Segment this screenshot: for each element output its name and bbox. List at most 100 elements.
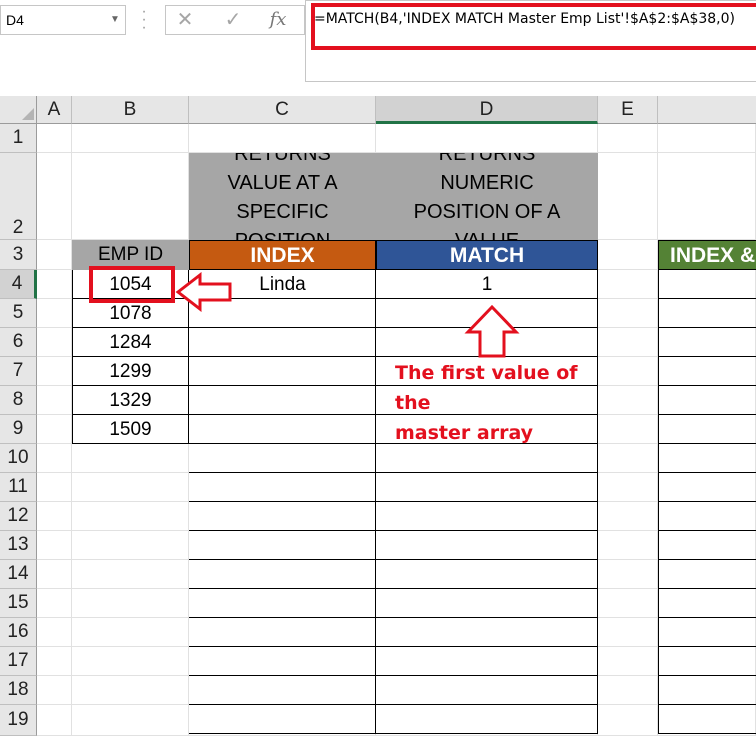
cell-d3-match-header[interactable]: MATCH	[376, 240, 598, 270]
cell-f11[interactable]	[658, 473, 756, 502]
cell-c9[interactable]	[189, 415, 376, 444]
cell-c12[interactable]	[189, 502, 376, 531]
cell-c18[interactable]	[189, 676, 376, 705]
cell-d10[interactable]	[376, 444, 598, 473]
column-header-f[interactable]	[658, 96, 756, 124]
cell-c14[interactable]	[189, 560, 376, 589]
cell-b9[interactable]: 1509	[72, 415, 189, 444]
annotation-line-1: The first value of the	[395, 362, 578, 414]
toolbar-gap	[0, 82, 756, 96]
cell-f13[interactable]	[658, 531, 756, 560]
d2-line-1: RETURNS	[438, 153, 536, 165]
formula-highlight-box	[311, 3, 756, 50]
cell-c6[interactable]	[189, 328, 376, 357]
d2-line-4: VALUE	[376, 227, 598, 240]
row-header-5[interactable]: 5	[0, 299, 37, 328]
cell-f8[interactable]	[658, 386, 756, 415]
cell-c10[interactable]	[189, 444, 376, 473]
row-header-3[interactable]: 3	[0, 240, 37, 270]
d2-line-2: NUMERIC	[440, 172, 534, 194]
cell-c3-index-header[interactable]: INDEX	[189, 240, 376, 270]
row-header-14[interactable]: 14	[0, 560, 37, 589]
cell-b8[interactable]: 1329	[72, 386, 189, 415]
row-header-18[interactable]: 18	[0, 676, 37, 705]
cell-f16[interactable]	[658, 618, 756, 647]
insert-function-icon[interactable]: fx	[260, 5, 296, 35]
row-header-19[interactable]: 19	[0, 705, 37, 736]
cell-d16[interactable]	[376, 618, 598, 647]
column-header-a[interactable]: A	[37, 96, 72, 124]
column-header-d[interactable]: D	[376, 96, 598, 124]
cell-f4[interactable]	[658, 270, 756, 299]
c2-line-2: VALUE AT A	[227, 172, 338, 194]
row-header-6[interactable]: 6	[0, 328, 37, 357]
row-header-4[interactable]: 4	[0, 270, 37, 299]
cell-b7[interactable]: 1299	[72, 357, 189, 386]
cell-d11[interactable]	[376, 473, 598, 502]
cell-c15[interactable]	[189, 589, 376, 618]
cancel-icon[interactable]: ✕	[167, 5, 203, 35]
c2-line-4: POSITION	[189, 227, 376, 240]
cell-f15[interactable]	[658, 589, 756, 618]
d2-text: RETURNS NUMERIC POSITION OF A VALUE	[376, 153, 598, 240]
row-header-8[interactable]: 8	[0, 386, 37, 415]
cell-d2[interactable]: RETURNS NUMERIC POSITION OF A VALUE	[376, 153, 598, 240]
row-header-1[interactable]: 1	[0, 124, 37, 153]
row-header-13[interactable]: 13	[0, 531, 37, 560]
row-header-7[interactable]: 7	[0, 357, 37, 386]
cell-b6[interactable]: 1284	[72, 328, 189, 357]
cell-f5[interactable]	[658, 299, 756, 328]
cell-d12[interactable]	[376, 502, 598, 531]
column-header-b[interactable]: B	[72, 96, 189, 124]
cell-d18[interactable]	[376, 676, 598, 705]
column-header-c[interactable]: C	[189, 96, 376, 124]
left-arrow-icon	[175, 272, 232, 312]
formula-bar-grip-icon[interactable]: · · ·	[140, 4, 148, 36]
cell-d13[interactable]	[376, 531, 598, 560]
cell-d15[interactable]	[376, 589, 598, 618]
row-header-16[interactable]: 16	[0, 618, 37, 647]
cell-c16[interactable]	[189, 618, 376, 647]
cell-d4[interactable]: 1	[376, 270, 598, 299]
annotation-text: The first value of the master array	[395, 358, 605, 448]
c2-line-1: RETURNS	[234, 153, 331, 165]
name-box-dropdown-icon[interactable]: ▼	[108, 10, 122, 30]
cell-d19[interactable]	[376, 705, 598, 734]
row-header-17[interactable]: 17	[0, 647, 37, 676]
cell-c11[interactable]	[189, 473, 376, 502]
row-header-2[interactable]: 2	[0, 153, 37, 240]
cell-c13[interactable]	[189, 531, 376, 560]
cell-c2[interactable]: RETURNS VALUE AT A SPECIFIC POSITION	[189, 153, 376, 240]
row-header-15[interactable]: 15	[0, 589, 37, 618]
enter-check-icon[interactable]: ✓	[215, 5, 251, 35]
cell-c17[interactable]	[189, 647, 376, 676]
d2-line-3: POSITION OF A	[413, 201, 561, 223]
annotation-line-2: master array	[395, 422, 534, 444]
cell-f6[interactable]	[658, 328, 756, 357]
cell-d14[interactable]	[376, 560, 598, 589]
select-all-icon	[22, 108, 34, 120]
cell-f19[interactable]	[658, 705, 756, 734]
cell-f18[interactable]	[658, 676, 756, 705]
column-header-e[interactable]: E	[598, 96, 658, 124]
row-header-12[interactable]: 12	[0, 502, 37, 531]
cell-c8[interactable]	[189, 386, 376, 415]
b4-highlight-box	[89, 266, 175, 303]
up-arrow-icon	[464, 304, 520, 358]
row-header-10[interactable]: 10	[0, 444, 37, 473]
cell-d17[interactable]	[376, 647, 598, 676]
cell-f17[interactable]	[658, 647, 756, 676]
row-header-9[interactable]: 9	[0, 415, 37, 444]
c2-text: RETURNS VALUE AT A SPECIFIC POSITION	[189, 153, 376, 240]
cell-f3-index-match-header[interactable]: INDEX &	[658, 240, 756, 270]
cell-f9[interactable]	[658, 415, 756, 444]
row-header-11[interactable]: 11	[0, 473, 37, 502]
cell-f14[interactable]	[658, 560, 756, 589]
cell-c19[interactable]	[189, 705, 376, 734]
cell-f10[interactable]	[658, 444, 756, 473]
cell-b5[interactable]: 1078	[72, 299, 189, 328]
cell-f7[interactable]	[658, 357, 756, 386]
cell-f12[interactable]	[658, 502, 756, 531]
c2-line-3: SPECIFIC	[236, 201, 329, 223]
cell-c7[interactable]	[189, 357, 376, 386]
